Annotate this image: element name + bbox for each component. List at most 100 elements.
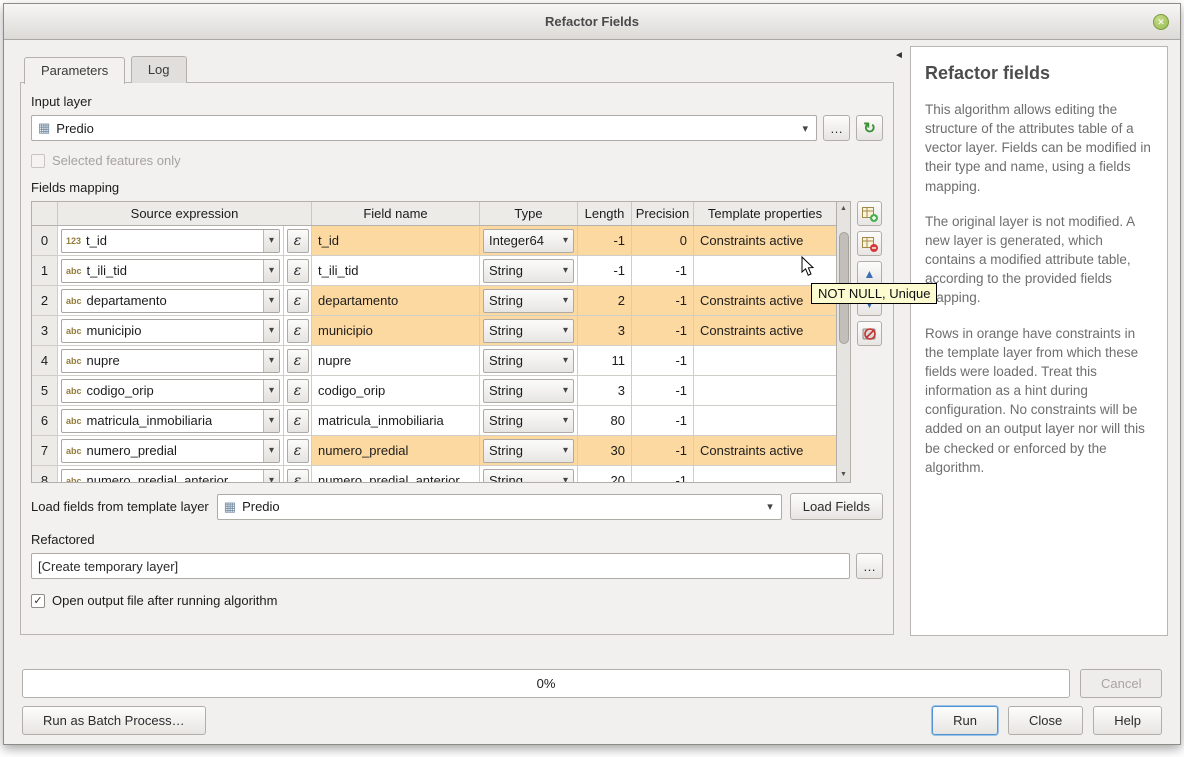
chevron-down-icon[interactable]: ▾ (263, 440, 279, 462)
chevron-down-icon[interactable]: ▾ (263, 260, 279, 282)
chevron-down-icon[interactable]: ▾ (563, 235, 573, 246)
precision-cell[interactable]: -1 (632, 406, 694, 436)
row-header[interactable]: 5 (32, 376, 58, 406)
titlebar[interactable]: Refactor Fields ✕ (4, 4, 1180, 40)
source-expression-combo[interactable]: abc departamento ▾ (61, 289, 280, 313)
expression-builder-button[interactable]: ε (287, 439, 309, 463)
refactored-browse-button[interactable]: … (856, 553, 883, 579)
chevron-down-icon[interactable]: ▾ (759, 500, 781, 513)
chevron-down-icon[interactable]: ▾ (563, 355, 573, 366)
row-header[interactable]: 8 (32, 466, 58, 483)
row-header[interactable]: 0 (32, 226, 58, 256)
precision-cell[interactable]: 0 (632, 226, 694, 256)
run-button[interactable]: Run (932, 706, 998, 735)
chevron-down-icon[interactable]: ▾ (563, 295, 573, 306)
length-cell[interactable]: 30 (578, 436, 632, 466)
load-fields-button[interactable]: Load Fields (790, 493, 883, 520)
clear-fields-button[interactable] (857, 321, 882, 346)
table-scrollbar[interactable]: ▲ ▼ (837, 201, 851, 483)
chevron-down-icon[interactable]: ▾ (263, 380, 279, 402)
tab-parameters[interactable]: Parameters (24, 57, 125, 84)
source-expression-combo[interactable]: abc t_ili_tid ▾ (61, 259, 280, 283)
type-select[interactable]: Integer64 ▾ (483, 229, 574, 253)
close-button[interactable]: Close (1008, 706, 1083, 735)
chevron-down-icon[interactable]: ▾ (563, 385, 573, 396)
chevron-down-icon[interactable]: ▾ (263, 350, 279, 372)
scroll-up-icon[interactable]: ▲ (838, 202, 850, 216)
row-header[interactable]: 3 (32, 316, 58, 346)
expression-builder-button[interactable]: ε (287, 319, 309, 343)
length-cell[interactable]: 2 (578, 286, 632, 316)
row-header[interactable]: 7 (32, 436, 58, 466)
expression-builder-button[interactable]: ε (287, 229, 309, 253)
field-name-cell[interactable]: t_ili_tid (312, 256, 480, 286)
field-name-cell[interactable]: numero_predial (312, 436, 480, 466)
chevron-down-icon[interactable]: ▾ (563, 415, 573, 426)
length-cell[interactable]: 11 (578, 346, 632, 376)
source-expression-combo[interactable]: abc numero_predial_anterior ▾ (61, 469, 280, 484)
input-layer-combo[interactable]: ▦ Predio ▾ (31, 115, 817, 141)
chevron-down-icon[interactable]: ▾ (263, 410, 279, 432)
row-header[interactable]: 6 (32, 406, 58, 436)
precision-cell[interactable]: -1 (632, 466, 694, 483)
precision-cell[interactable]: -1 (632, 256, 694, 286)
chevron-down-icon[interactable]: ▾ (794, 122, 816, 135)
help-button[interactable]: Help (1093, 706, 1162, 735)
type-select[interactable]: String ▾ (483, 319, 574, 343)
field-name-cell[interactable]: numero_predial_anterior (312, 466, 480, 483)
type-select[interactable]: String ▾ (483, 259, 574, 283)
chevron-down-icon[interactable]: ▾ (263, 290, 279, 312)
open-output-checkbox[interactable]: ✓ (31, 594, 45, 608)
row-header[interactable]: 4 (32, 346, 58, 376)
source-expression-combo[interactable]: abc municipio ▾ (61, 319, 280, 343)
precision-cell[interactable]: -1 (632, 316, 694, 346)
field-name-cell[interactable]: t_id (312, 226, 480, 256)
expression-builder-button[interactable]: ε (287, 469, 309, 484)
precision-cell[interactable]: -1 (632, 376, 694, 406)
tab-log[interactable]: Log (131, 56, 187, 83)
scrollbar-track[interactable] (838, 216, 850, 468)
refactored-output-field[interactable]: [Create temporary layer] (31, 553, 850, 579)
expression-builder-button[interactable]: ε (287, 349, 309, 373)
chevron-down-icon[interactable]: ▾ (263, 230, 279, 252)
chevron-down-icon[interactable]: ▾ (263, 470, 279, 484)
field-name-cell[interactable]: departamento (312, 286, 480, 316)
source-expression-combo[interactable]: 123 t_id ▾ (61, 229, 280, 253)
row-header[interactable]: 1 (32, 256, 58, 286)
delete-field-button[interactable] (857, 231, 882, 256)
template-layer-combo[interactable]: ▦ Predio ▾ (217, 494, 782, 520)
chevron-down-icon[interactable]: ▾ (563, 475, 573, 483)
precision-cell[interactable]: -1 (632, 286, 694, 316)
field-name-cell[interactable]: nupre (312, 346, 480, 376)
source-expression-combo[interactable]: abc codigo_orip ▾ (61, 379, 280, 403)
source-expression-combo[interactable]: abc matricula_inmobiliaria ▾ (61, 409, 280, 433)
input-layer-browse-button[interactable]: … (823, 115, 850, 141)
length-cell[interactable]: -1 (578, 256, 632, 286)
chevron-down-icon[interactable]: ▾ (263, 320, 279, 342)
cancel-button[interactable]: Cancel (1080, 669, 1162, 698)
source-expression-combo[interactable]: abc nupre ▾ (61, 349, 280, 373)
expression-builder-button[interactable]: ε (287, 409, 309, 433)
type-select[interactable]: String ▾ (483, 349, 574, 373)
row-header[interactable]: 2 (32, 286, 58, 316)
type-select[interactable]: String ▾ (483, 439, 574, 463)
type-select[interactable]: String ▾ (483, 409, 574, 433)
precision-cell[interactable]: -1 (632, 346, 694, 376)
expression-builder-button[interactable]: ε (287, 289, 309, 313)
chevron-down-icon[interactable]: ▾ (563, 325, 573, 336)
scroll-down-icon[interactable]: ▼ (838, 468, 850, 482)
type-select[interactable]: String ▾ (483, 379, 574, 403)
length-cell[interactable]: 20 (578, 466, 632, 483)
expression-builder-button[interactable]: ε (287, 379, 309, 403)
field-name-cell[interactable]: municipio (312, 316, 480, 346)
source-expression-combo[interactable]: abc numero_predial ▾ (61, 439, 280, 463)
precision-cell[interactable]: -1 (632, 436, 694, 466)
length-cell[interactable]: -1 (578, 226, 632, 256)
add-field-button[interactable] (857, 201, 882, 226)
length-cell[interactable]: 3 (578, 316, 632, 346)
length-cell[interactable]: 80 (578, 406, 632, 436)
length-cell[interactable]: 3 (578, 376, 632, 406)
collapse-help-icon[interactable]: ◄ (894, 50, 904, 61)
expression-builder-button[interactable]: ε (287, 259, 309, 283)
field-name-cell[interactable]: codigo_orip (312, 376, 480, 406)
